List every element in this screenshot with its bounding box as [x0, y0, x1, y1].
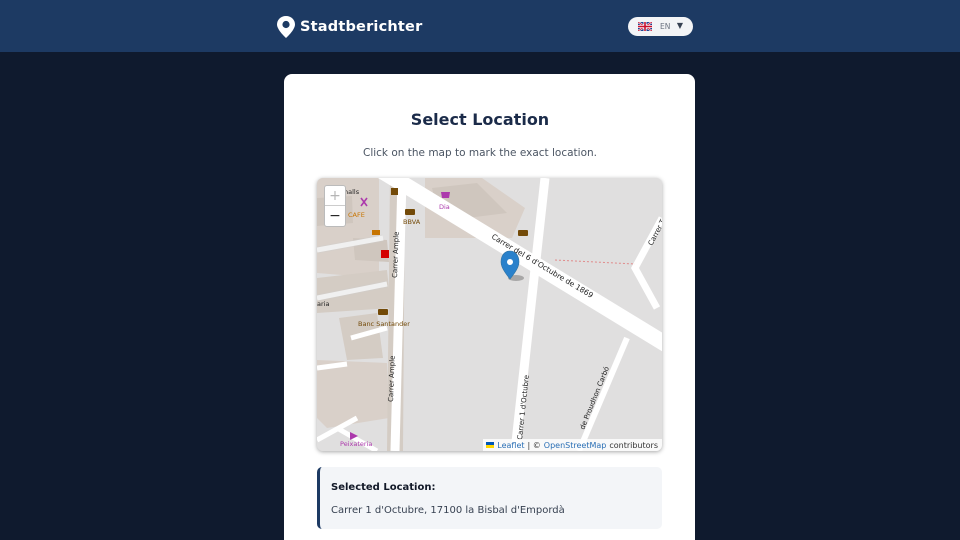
poi-label-halls: halls	[344, 188, 360, 196]
poi-label-santander: Banc Santander	[358, 320, 410, 328]
location-map[interactable]: Carrer del 6 d'Octubre de 1869 Carrer Am…	[317, 178, 662, 451]
zoom-out-button[interactable]: −	[325, 206, 345, 226]
leaflet-link[interactable]: Leaflet	[497, 441, 524, 450]
language-selector[interactable]: EN ▼	[628, 17, 693, 36]
instructions-text: Click on the map to mark the exact locat…	[362, 147, 597, 159]
street-label-ample-top: Carrer Ample	[391, 231, 401, 278]
language-code: EN	[660, 22, 671, 31]
brand-name: Stadtberichter	[300, 19, 423, 35]
attribution-suffix: contributors	[609, 440, 658, 450]
openstreetmap-link[interactable]: OpenStreetMap	[544, 441, 607, 450]
caret-down-icon: ▼	[676, 21, 683, 30]
map-attribution: Leaflet | © OpenStreetMap contributors	[483, 439, 662, 451]
selected-location-address: Carrer 1 d'Octubre, 17100 la Bisbal d'Em…	[331, 505, 565, 516]
poi-label-dia: Dia	[439, 203, 450, 211]
zoom-control: + −	[324, 185, 346, 227]
uk-flag-icon	[638, 22, 652, 31]
poi-label-aria: aria	[317, 300, 329, 308]
street-label-ample-bottom: Carrer Ample	[387, 355, 397, 402]
map-pin-icon	[277, 16, 295, 38]
poi-label-cafe: CAFE	[348, 211, 365, 219]
zoom-in-button[interactable]: +	[325, 186, 345, 206]
poi-label-bbva: BBVA	[403, 218, 421, 226]
page-title: Select Location	[410, 110, 550, 129]
brand-logo[interactable]: Stadtberichter	[275, 14, 422, 40]
attribution-separator: | ©	[527, 440, 541, 450]
map-tiles[interactable]: Carrer del 6 d'Octubre de 1869 Carrer Am…	[317, 178, 662, 451]
selected-location-panel: Selected Location: Carrer 1 d'Octubre, 1…	[317, 467, 662, 529]
top-navigation-bar: Stadtberichter EN ▼	[0, 0, 960, 52]
ukraine-flag-icon	[486, 442, 495, 448]
poi-label-peixateria: Peixateria	[340, 440, 372, 448]
selected-location-label: Selected Location:	[331, 482, 436, 493]
